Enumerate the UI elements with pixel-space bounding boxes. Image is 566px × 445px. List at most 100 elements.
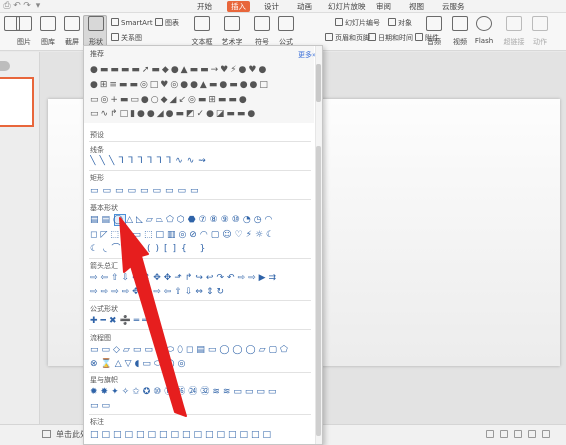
tab-view[interactable]: 视图 [405,1,428,12]
tab-home[interactable]: 开始 [193,1,216,12]
relation-button[interactable]: 关系图 [111,32,142,44]
datetime-button[interactable]: 日期和时间 [368,32,413,44]
lines-title: 线条 [90,146,104,154]
shapes-dropdown: 推荐 更多» ●▬▬▬▬➚▬◆●▲▬▬→♥⚡●♥● ●⊞≡▬▬◎□♥◎●●▲▬●… [83,45,323,445]
stars-banners-title: 星与旗帜 [90,376,118,384]
arrows-shapes-row-1[interactable]: ⇨⇦⇧⇩⇔⇕✥✥⬏↱↪↩↷↶⇨⇨▶⇉ [90,272,315,284]
divider [89,170,311,171]
shape-row[interactable]: ▭▭◇▱▭▭⬭⬭⬯◻▤▭◯◯◯▱▢⬠ [90,344,315,356]
shape-icon [88,16,104,31]
textbox-icon [194,16,210,31]
divider [89,258,311,259]
recommend-shapes-row-3[interactable]: ▭◎+▬▭●○◆◢↙◎▬⊞▬▬● [90,94,315,106]
shape-row[interactable]: ▭◎+▬▭●○◆◢↙◎▬⊞▬▬● [90,94,315,106]
calendar-icon [368,33,376,41]
view-icon[interactable] [500,430,508,438]
video-icon [452,16,468,31]
chart-label: 图表 [165,19,179,27]
divider [89,141,311,142]
screenshot-icon [64,16,80,31]
pane-toggle-tab[interactable] [0,61,10,71]
basic-shapes-row-3[interactable]: ☾◟⌒{}()[]{ } [90,243,315,255]
smartart-icon [111,18,119,26]
equation-shapes-title: 公式形状 [90,305,118,313]
tab-cloud[interactable]: 云服务 [438,1,469,12]
rectangles-shapes-row[interactable]: ▭▭▭▭▭▭▭▭▭ [90,185,315,197]
shape-row[interactable]: ✚━✖➗══ [90,315,315,327]
view-icon[interactable] [542,430,550,438]
recommend-shapes-row-2[interactable]: ●⊞≡▬▬◎□♥◎●●▲▬●▬●●□ [90,79,315,91]
callouts-shapes-row[interactable]: □□□□□□□□□□□□□□□□ [90,429,315,441]
slide-thumbnail-pane [0,52,40,424]
shape-row[interactable]: ●▬▬▬▬➚▬◆●▲▬▬→♥⚡●♥● [90,64,315,76]
dropdown-icon[interactable]: ▾ [33,1,43,11]
view-icon[interactable] [486,430,494,438]
flash-icon [476,16,492,31]
shape-row[interactable]: ▤▤◯△◺▱⏢⬠⬡⬣⑦⑧⑨⑩◔◷◠ [90,214,315,226]
equation-shapes-row[interactable]: ✚━✖➗══ [90,315,315,327]
speaker-icon [426,16,442,31]
flowchart-title: 流程图 [90,334,111,342]
recommend-shapes-row-4[interactable]: ▭∿↱□▮●●◢●▬◩✓●◪▬▬● [90,108,315,120]
tab-design[interactable]: 设计 [260,1,283,12]
hyperlink-button[interactable]: 超链接 [502,16,526,49]
gallery-icon [40,16,56,31]
basic-shapes-row-2[interactable]: ◻◸⬚✚▭⬚□▥◎⊘◠▢☺♡⚡☼☾ [90,229,315,241]
lines-shapes-row[interactable]: ╲╲╲ᒣᒣᒣᒣᒣᒣ∿∿⇝ [90,155,315,167]
divider [89,372,311,373]
scrollbar-thumb[interactable] [316,64,321,102]
tab-review[interactable]: 审阅 [372,1,395,12]
shape-row[interactable]: ◻◸⬚✚▭⬚□▥◎⊘◠▢☺♡⚡☼☾ [90,229,315,241]
slide-number-button[interactable]: 幻灯片编号 [335,17,380,29]
tab-slideshow[interactable]: 幻灯片放映 [324,1,370,12]
object-label: 对象 [398,19,412,27]
shape-row[interactable]: ▭▭ [90,400,315,412]
relation-label: 关系图 [121,34,142,42]
flash-button[interactable]: Flash [472,16,496,49]
shape-row[interactable]: ⇨⇨⇨⇨✥✥⇨⇦⇧⇩⇔⇕↻ [90,286,315,298]
chart-icon [155,18,163,26]
shape-row[interactable]: ●⊞≡▬▬◎□♥◎●●▲▬●▬●●□ [90,79,315,91]
shape-row[interactable]: ⇨⇦⇧⇩⇔⇕✥✥⬏↱↪↩↷↶⇨⇨▶⇉ [90,272,315,284]
basic-shapes-row-1[interactable]: ▤▤◯△◺▱⏢⬠⬡⬣⑦⑧⑨⑩◔◷◠ [90,214,315,226]
recommend-shapes-row-1[interactable]: ●▬▬▬▬➚▬◆●▲▬▬→♥⚡●♥● [90,64,315,76]
shape-row[interactable]: ╲╲╲ᒣᒣᒣᒣᒣᒣ∿∿⇝ [90,155,315,167]
shape-row[interactable]: ☾◟⌒{}()[]{ } [90,243,315,255]
more-link[interactable]: 更多» [298,50,316,60]
notes-icon[interactable] [42,430,51,438]
action-button[interactable]: 动作 [528,16,552,49]
view-icon[interactable] [514,430,522,438]
stars-shapes-row-2[interactable]: ▭▭ [90,400,315,412]
picture-icon [16,16,32,31]
scrollbar-thumb[interactable] [316,146,321,436]
print-icon[interactable]: ⎙ [2,1,12,11]
shape-row[interactable]: □□□□□□□□□□□□□□□□ [90,429,315,441]
shape-row[interactable]: ▭∿↱□▮●●◢●▬◩✓●◪▬▬● [90,108,315,120]
slide-thumbnail[interactable] [0,77,34,127]
header-footer-button[interactable]: 页眉和页脚 [325,32,370,44]
wordart-icon [224,16,240,31]
datetime-label: 日期和时间 [378,34,413,42]
arrows-shapes-row-2[interactable]: ⇨⇨⇨⇨✥✥⇨⇦⇧⇩⇔⇕↻ [90,286,315,298]
preset-title: 预设 [90,131,104,139]
divider [89,300,311,301]
smartart-label: SmartArt [121,19,153,27]
link-icon [506,16,522,31]
view-icon[interactable] [528,430,536,438]
action-label: 动作 [533,38,547,46]
stars-shapes-row-1[interactable]: ✹✸✦✧✩✪⑩⑫⑯㉔㉜≋≋▭▭▭▭ [90,386,315,398]
shape-row[interactable]: ▭▭▭▭▭▭▭▭▭ [90,185,315,197]
audio-button[interactable]: 音频 [422,16,446,49]
chart-button[interactable]: 图表 [155,17,179,29]
shape-row[interactable]: ⊗⌛△▽◖▭⬭◯◎ [90,358,315,370]
flowchart-shapes-row-1[interactable]: ▭▭◇▱▭▭⬭⬭⬯◻▤▭◯◯◯▱▢⬠ [90,344,315,356]
shape-row[interactable]: ✹✸✦✧✩✪⑩⑫⑯㉔㉜≋≋▭▭▭▭ [90,386,315,398]
tab-insert[interactable]: 插入 [227,1,250,12]
object-button[interactable]: 对象 [388,17,412,29]
redo-icon[interactable]: ↷ [22,1,32,11]
flowchart-shapes-row-2[interactable]: ⊗⌛△▽◖▭⬭◯◎ [90,358,315,370]
undo-icon[interactable]: ↶ [12,1,22,11]
smartart-button[interactable]: SmartArt [111,17,153,29]
header-footer-label: 页眉和页脚 [335,34,370,42]
tab-animation[interactable]: 动画 [293,1,316,12]
